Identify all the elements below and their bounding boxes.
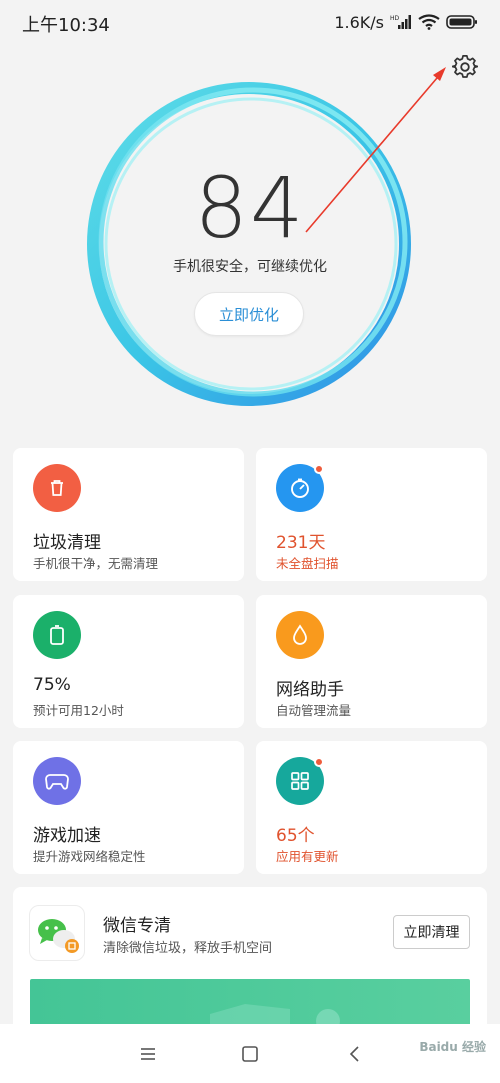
menu-icon[interactable] <box>136 1042 160 1066</box>
card-title: 游戏加速 <box>33 826 101 846</box>
optimize-button[interactable]: 立即优化 <box>194 292 304 336</box>
card-app-updates[interactable]: 65个 应用有更新 <box>256 741 487 874</box>
card-title: 65个 <box>276 826 315 846</box>
wechat-clean-card[interactable]: 微信专清 清除微信垃圾，释放手机空间 立即清理 <box>13 887 487 1047</box>
battery-status-icon <box>446 15 477 29</box>
card-full-scan[interactable]: 231天 未全盘扫描 <box>256 448 487 581</box>
wechat-icon <box>29 905 85 961</box>
back-icon[interactable] <box>343 1042 367 1066</box>
card-title: 垃圾清理 <box>33 533 101 553</box>
signal-icon: HD <box>390 15 411 29</box>
wechat-title: 微信专清 <box>103 916 171 936</box>
card-subtitle: 未全盘扫描 <box>276 556 339 571</box>
score-value: 84 <box>194 159 306 257</box>
net-speed: 1.6K/s <box>334 12 384 32</box>
watermark: Baidu 经验 <box>419 1040 486 1054</box>
status-time: 上午10:34 <box>22 15 110 36</box>
navigation-bar: Baidu 经验 <box>0 1024 500 1083</box>
card-title: 75% <box>33 675 71 695</box>
card-title: 231天 <box>276 533 326 553</box>
card-game-boost[interactable]: 游戏加速 提升游戏网络稳定性 <box>13 741 244 874</box>
status-indicators: 1.6K/s HD <box>334 12 478 32</box>
score-subtitle: 手机很安全，可继续优化 <box>173 259 327 275</box>
home-icon[interactable] <box>238 1042 262 1066</box>
card-subtitle: 提升游戏网络稳定性 <box>33 849 146 864</box>
badge-dot <box>314 464 324 474</box>
badge-dot <box>314 757 324 767</box>
card-subtitle: 预计可用12小时 <box>33 703 124 718</box>
card-subtitle: 应用有更新 <box>276 849 339 864</box>
card-battery[interactable]: 75% 预计可用12小时 <box>13 595 244 728</box>
svg-text:HD: HD <box>390 15 400 22</box>
card-subtitle: 自动管理流量 <box>276 703 352 718</box>
battery-icon <box>33 611 81 659</box>
wifi-icon <box>418 14 440 30</box>
clean-now-button[interactable]: 立即清理 <box>393 915 470 949</box>
trash-icon <box>33 464 81 512</box>
card-junk-clean[interactable]: 垃圾清理 手机很干净，无需清理 <box>13 448 244 581</box>
card-subtitle: 手机很干净，无需清理 <box>33 556 159 571</box>
status-bar: 上午10:34 1.6K/s HD <box>0 0 500 46</box>
gear-icon[interactable] <box>452 54 478 80</box>
card-network[interactable]: 网络助手 自动管理流量 <box>256 595 487 728</box>
gamepad-icon <box>33 757 81 805</box>
drop-icon <box>276 611 324 659</box>
card-title: 网络助手 <box>276 680 344 700</box>
wechat-subtitle: 清除微信垃圾，释放手机空间 <box>103 941 273 956</box>
